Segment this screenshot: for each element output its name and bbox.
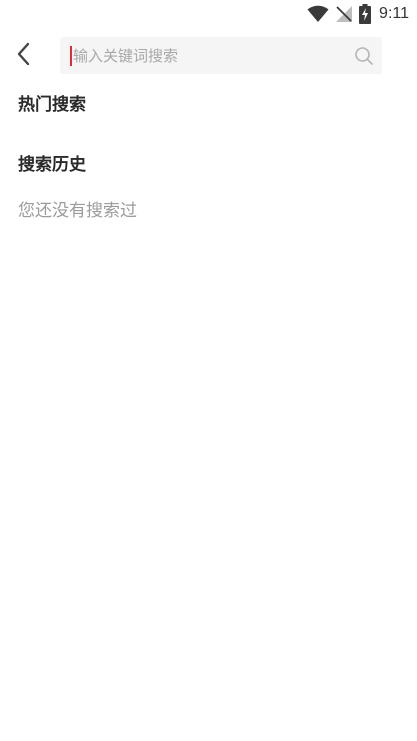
search-header — [0, 36, 417, 76]
search-box[interactable] — [60, 37, 382, 74]
wifi-icon — [307, 5, 329, 23]
no-signal-icon — [335, 5, 353, 23]
search-icon[interactable] — [354, 46, 374, 66]
chevron-left-icon — [17, 42, 31, 70]
empty-history-text: 您还没有搜索过 — [18, 201, 137, 221]
back-button[interactable] — [8, 40, 40, 72]
battery-charging-icon — [359, 4, 372, 24]
status-icons: 9:11 — [307, 4, 409, 24]
search-history-title: 搜索历史 — [18, 155, 86, 175]
search-input[interactable] — [72, 37, 342, 74]
status-bar: 9:11 — [0, 0, 417, 28]
status-time: 9:11 — [379, 5, 409, 22]
hot-search-title: 热门搜索 — [18, 95, 86, 115]
